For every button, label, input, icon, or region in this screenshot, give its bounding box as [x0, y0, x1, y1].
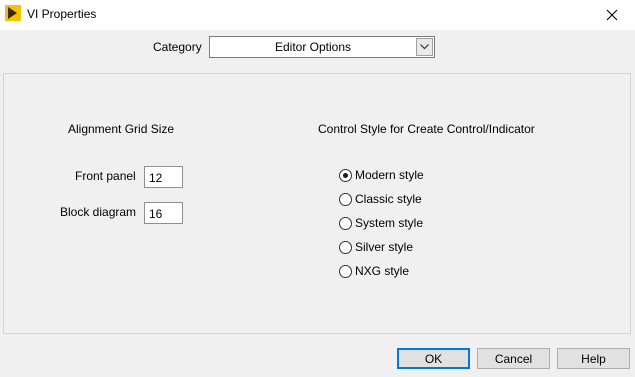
radio-label: Silver style	[355, 240, 414, 254]
block-diagram-label: Block diagram	[60, 205, 137, 219]
radio-label: Classic style	[355, 192, 422, 206]
cancel-button[interactable]: Cancel	[477, 348, 550, 369]
control-style-heading: Control Style for Create Control/Indicat…	[318, 122, 535, 136]
radio-button-checked[interactable]	[339, 168, 352, 182]
radio-button[interactable]	[339, 240, 352, 254]
radio-label: NXG style	[355, 264, 410, 278]
window-title: VI Properties	[27, 7, 97, 21]
help-button[interactable]: Help	[557, 348, 630, 369]
front-panel-label: Front panel	[75, 169, 136, 183]
radio-classic-style[interactable]: Classic style	[339, 191, 422, 207]
radio-modern-style[interactable]: Modern style	[339, 167, 424, 183]
category-selected-value: Editor Options	[274, 40, 352, 54]
close-button[interactable]	[589, 0, 635, 30]
editor-options-panel	[3, 73, 631, 334]
radio-button[interactable]	[339, 216, 352, 230]
front-panel-grid-input[interactable]: 12	[144, 166, 183, 188]
close-icon	[606, 9, 618, 21]
radio-button[interactable]	[339, 264, 352, 278]
category-select[interactable]: Editor Options	[209, 36, 435, 58]
ok-button[interactable]: OK	[397, 348, 470, 369]
radio-system-style[interactable]: System style	[339, 215, 423, 231]
radio-button[interactable]	[339, 192, 352, 206]
block-diagram-grid-input[interactable]: 16	[144, 202, 183, 224]
dropdown-arrow-button[interactable]	[416, 38, 433, 56]
radio-label: Modern style	[355, 168, 424, 182]
category-label: Category	[153, 40, 202, 54]
radio-silver-style[interactable]: Silver style	[339, 239, 413, 255]
alignment-grid-heading: Alignment Grid Size	[68, 122, 175, 136]
title-bar: VI Properties	[0, 0, 635, 30]
labview-arrow-icon	[5, 5, 21, 21]
radio-nxg-style[interactable]: NXG style	[339, 263, 409, 279]
chevron-down-icon	[420, 44, 429, 50]
radio-label: System style	[355, 216, 424, 230]
